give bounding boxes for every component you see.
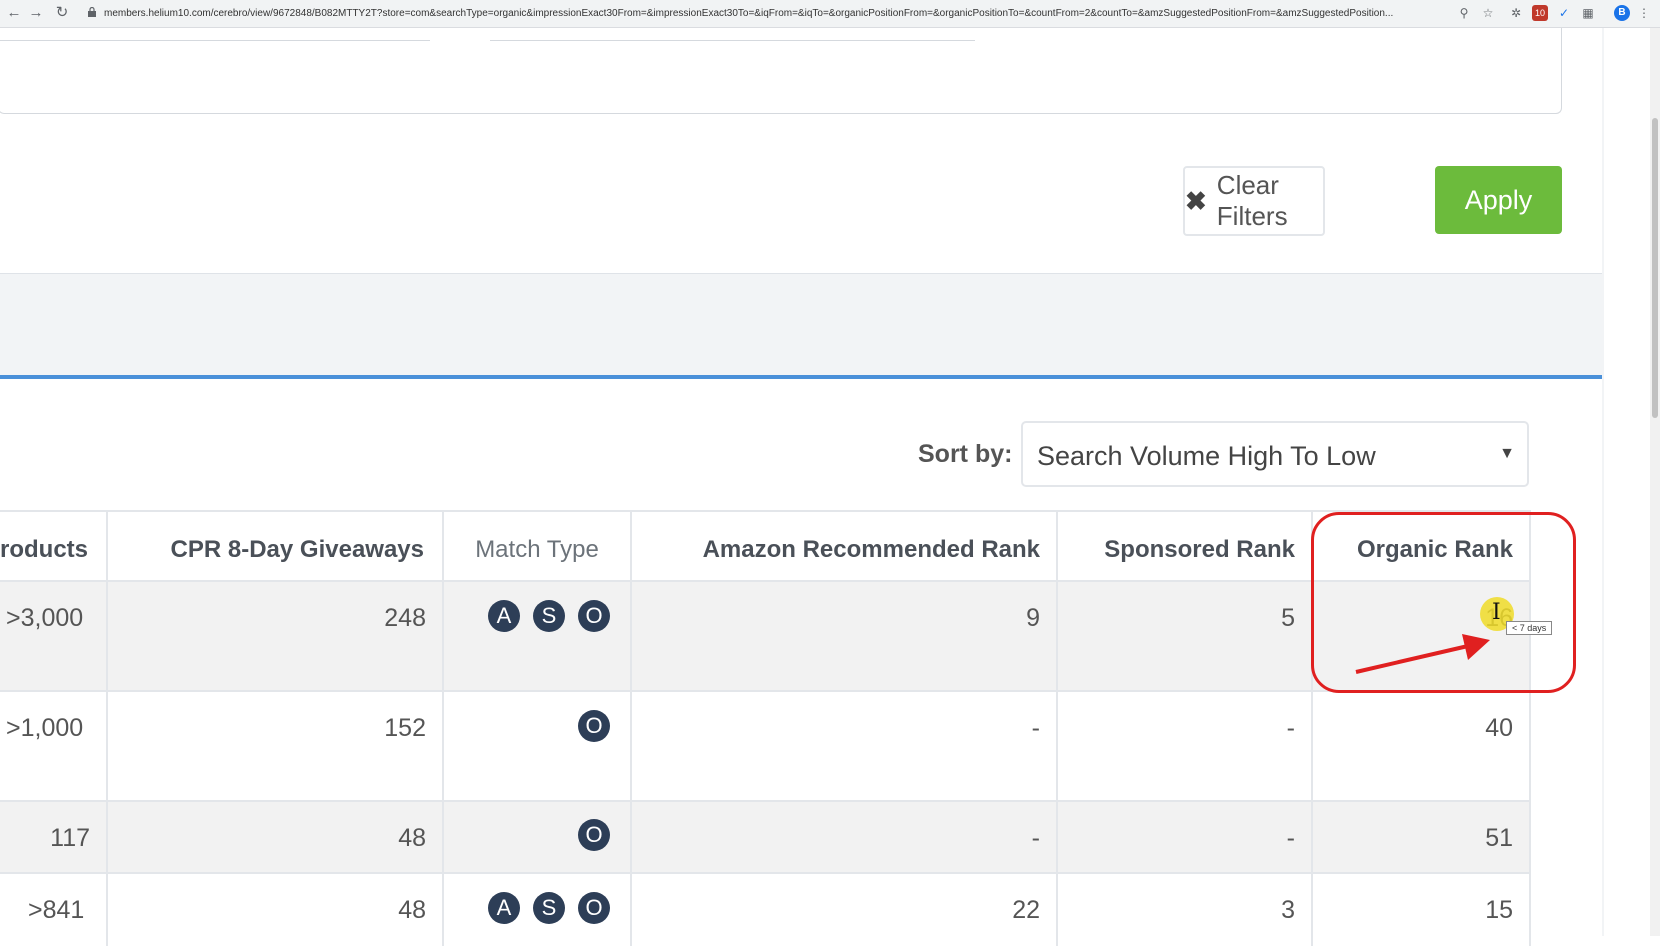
browser-toolbar: ← → ↻ members.helium10.com/cerebro/view/… [0, 0, 1660, 28]
sort-label: Sort by: [918, 440, 1013, 468]
cell-amazon-rank: 9 [632, 582, 1058, 690]
forward-icon[interactable]: → [26, 3, 46, 23]
header-cpr[interactable]: CPR 8-Day Giveaways [108, 510, 444, 582]
match-badge-a: A [488, 600, 520, 632]
header-sponsored-label: Sponsored Rank [1104, 536, 1295, 563]
table-row: 117 48 O - - 51 [0, 802, 1531, 874]
filter-input-right[interactable] [490, 28, 975, 41]
zoom-icon[interactable]: ⚲ [1456, 5, 1472, 21]
extension-badge-icon[interactable]: 10 [1532, 5, 1548, 21]
match-badge-a: A [488, 892, 520, 924]
match-badge-s: S [533, 892, 565, 924]
sort-selected-value: Search Volume High To Low [1037, 441, 1376, 471]
tooltip: < 7 days [1506, 621, 1553, 635]
extensions-puzzle-icon[interactable]: ▦ [1580, 5, 1596, 21]
reload-icon[interactable]: ↻ [52, 3, 72, 23]
clear-filters-label: Clear Filters [1216, 170, 1288, 231]
header-products[interactable]: roducts [0, 510, 108, 582]
bookmark-star-icon[interactable]: ☆ [1480, 5, 1496, 21]
match-badge-o: O [578, 600, 610, 632]
cell-cpr: 152 [108, 692, 444, 800]
cell-match-type: O [444, 802, 632, 872]
cell-cpr: 248 [108, 582, 444, 690]
cell-amazon-rank: - [632, 802, 1058, 872]
dropdown-caret-icon: ▼ [1499, 445, 1515, 462]
header-amazon-label: Amazon Recommended Rank [702, 536, 1040, 563]
back-icon[interactable]: ← [4, 3, 24, 23]
header-cpr-label: CPR 8-Day Giveaways [170, 536, 424, 563]
header-match-type[interactable]: Match Type [444, 510, 632, 582]
cell-products: >1,000 [0, 692, 108, 800]
apply-button[interactable]: Apply [1435, 166, 1562, 234]
cell-amazon-rank: - [632, 692, 1058, 800]
cell-match-type: O [444, 692, 632, 800]
table-row: >1,000 152 O - - 40 [0, 692, 1531, 802]
match-badge-o: O [578, 819, 610, 851]
cell-products: 117 [0, 802, 108, 872]
table-header-row: roducts CPR 8-Day Giveaways Match Type A… [0, 510, 1531, 582]
cell-amazon-rank: 22 [632, 874, 1058, 946]
scrollbar-thumb[interactable] [1652, 118, 1658, 418]
cell-products: >841 [0, 874, 108, 946]
menu-kebab-icon[interactable]: ⋮ [1636, 5, 1652, 21]
header-products-label: roducts [0, 536, 89, 563]
cell-organic-rank[interactable]: 51 [1313, 802, 1531, 872]
annotation-arrow-icon [1355, 634, 1490, 674]
match-badge-s: S [533, 600, 565, 632]
apply-label: Apply [1464, 184, 1533, 215]
cell-organic-rank[interactable]: 15 [1313, 874, 1531, 946]
table-row: >3,000 248 A S O 9 5 16 [0, 582, 1531, 692]
cell-cpr: 48 [108, 874, 444, 946]
address-bar[interactable]: members.helium10.com/cerebro/view/967284… [104, 5, 1449, 22]
clear-filters-button[interactable]: ✖ Clear Filters [1183, 166, 1325, 236]
profile-avatar[interactable]: B [1614, 5, 1630, 21]
cell-match-type: A S O [444, 582, 632, 690]
filter-input-left[interactable] [0, 28, 430, 41]
cell-sponsored-rank: - [1058, 802, 1313, 872]
helium-extension-icon[interactable]: ✓ [1556, 5, 1572, 21]
header-amazon-rank[interactable]: Amazon Recommended Rank [632, 510, 1058, 582]
header-sponsored-rank[interactable]: Sponsored Rank [1058, 510, 1313, 582]
cell-match-type: A S O [444, 874, 632, 946]
cell-sponsored-rank: - [1058, 692, 1313, 800]
close-icon: ✖ [1185, 185, 1207, 216]
lock-icon [88, 7, 96, 17]
extension-icon[interactable]: ✲ [1508, 5, 1524, 21]
table-row: >841 48 A S O 22 3 15 [0, 874, 1531, 946]
cell-sponsored-rank: 3 [1058, 874, 1313, 946]
cell-organic-rank[interactable]: 40 [1313, 692, 1531, 800]
cell-sponsored-rank: 5 [1058, 582, 1313, 690]
cell-products: >3,000 [0, 582, 108, 690]
header-match-label: Match Type [475, 536, 599, 563]
cell-cpr: 48 [108, 802, 444, 872]
match-badge-o: O [578, 892, 610, 924]
sort-select[interactable]: Search Volume High To Low ▼ [1021, 421, 1529, 487]
text-cursor-icon: I [1492, 600, 1501, 625]
match-badge-o: O [578, 710, 610, 742]
